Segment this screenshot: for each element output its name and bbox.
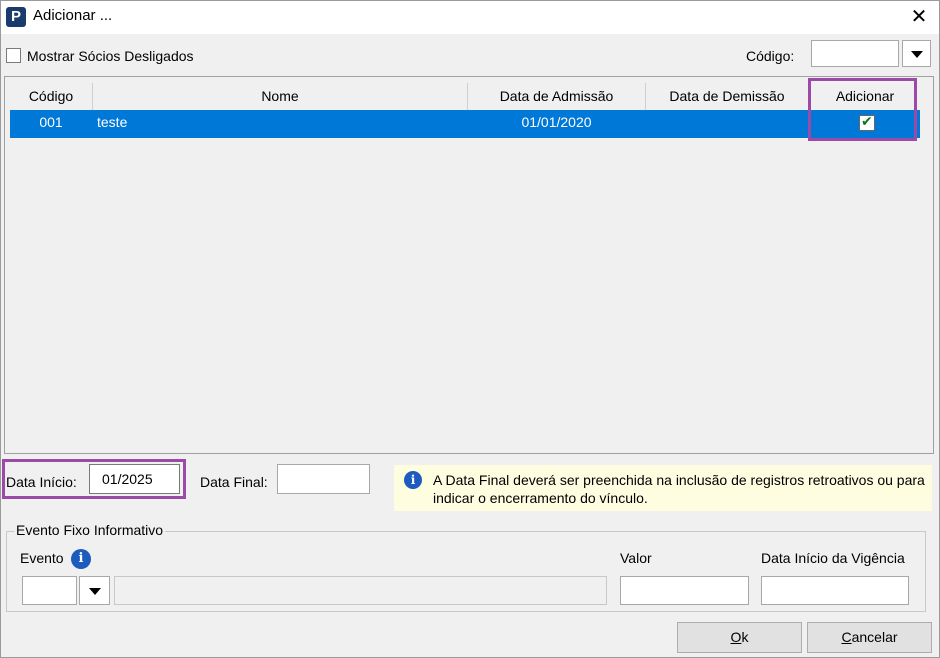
title-bar: [0, 0, 940, 34]
cell-nome: teste: [97, 114, 128, 130]
start-date-input[interactable]: 01/2025: [89, 464, 180, 494]
info-message-text: A Data Final deverá ser preenchida na in…: [433, 472, 925, 506]
code-dropdown-button[interactable]: [902, 40, 931, 67]
show-dismissed-checkbox[interactable]: [6, 48, 21, 63]
event-code-input[interactable]: [22, 576, 77, 605]
app-logo-icon: P: [6, 7, 26, 27]
cancel-button[interactable]: Cancelar: [807, 622, 932, 653]
show-dismissed-label[interactable]: Mostrar Sócios Desligados: [27, 48, 194, 64]
code-input[interactable]: [811, 40, 899, 67]
cancel-label: ancelar: [851, 629, 898, 645]
end-date-input[interactable]: [277, 464, 370, 494]
column-header-codigo[interactable]: Código: [10, 83, 92, 110]
cell-codigo: 001: [39, 114, 63, 130]
cell-demissao: [646, 110, 808, 138]
ok-label: k: [741, 629, 749, 645]
validity-start-label: Data Início da Vigência: [761, 550, 905, 566]
info-icon: i: [404, 471, 422, 489]
info-icon[interactable]: i: [71, 549, 91, 569]
chevron-down-icon: [89, 588, 101, 595]
start-date-label: Data Início:: [6, 474, 77, 490]
close-icon[interactable]: ✕: [904, 2, 934, 32]
ok-button[interactable]: Ok: [677, 622, 802, 653]
code-label: Código:: [746, 48, 795, 64]
chevron-down-icon: [911, 51, 923, 58]
column-header-admissao[interactable]: Data de Admissão: [468, 83, 645, 110]
window-title: Adicionar ...: [33, 7, 113, 24]
event-label: Evento: [20, 550, 64, 566]
cell-admissao: 01/01/2020: [521, 114, 592, 130]
event-group-title: Evento Fixo Informativo: [14, 522, 166, 538]
cancel-hotkey: C: [841, 629, 852, 645]
highlight-adicionar: [808, 78, 917, 141]
event-description-field: [114, 576, 607, 605]
event-dropdown-button[interactable]: [79, 576, 110, 605]
column-header-nome[interactable]: Nome: [93, 83, 467, 110]
value-input[interactable]: [620, 576, 749, 605]
value-label: Valor: [620, 550, 652, 566]
ok-hotkey: O: [730, 629, 742, 645]
validity-start-input[interactable]: [761, 576, 909, 605]
end-date-label: Data Final:: [200, 474, 268, 490]
column-header-demissao[interactable]: Data de Demissão: [646, 83, 808, 110]
